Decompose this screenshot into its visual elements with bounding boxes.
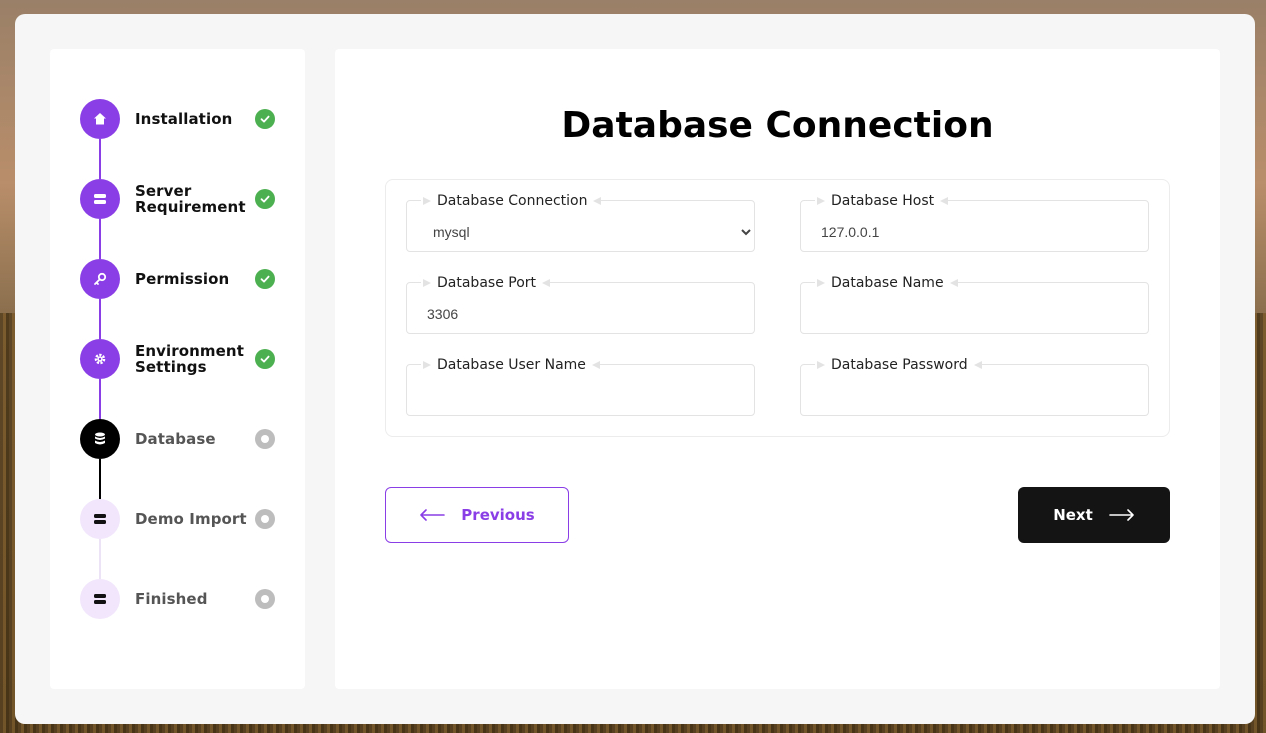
- database-password-field: Database Password: [800, 356, 1149, 416]
- previous-label: Previous: [461, 506, 535, 524]
- server-icon: [80, 579, 120, 619]
- gear-icon: [80, 339, 120, 379]
- database-port-field: Database Port: [406, 274, 755, 334]
- installer-card: Installation Server Requirement Permissi…: [15, 14, 1255, 724]
- field-label: Database Connection: [437, 193, 588, 209]
- step-connector: [99, 459, 101, 499]
- step-connector: [99, 379, 101, 419]
- pending-icon: [255, 589, 275, 609]
- step-demo-import: Demo Import: [80, 499, 280, 579]
- database-host-input[interactable]: [801, 214, 1148, 250]
- field-label: Database Host: [831, 193, 935, 209]
- step-database: Database: [80, 419, 280, 499]
- arrow-left-icon: [419, 509, 446, 521]
- step-label: Environment Settings: [135, 342, 244, 376]
- check-icon: [255, 269, 275, 289]
- field-label: Database Name: [831, 275, 944, 291]
- step-server-requirement: Server Requirement: [80, 179, 280, 259]
- step-label: Demo Import: [135, 510, 247, 528]
- home-icon: [80, 99, 120, 139]
- check-icon: [255, 109, 275, 129]
- server-icon: [80, 499, 120, 539]
- key-icon: [80, 259, 120, 299]
- database-name-input[interactable]: [801, 296, 1148, 332]
- field-label: Database Password: [831, 357, 968, 373]
- database-name-field: Database Name: [800, 274, 1149, 334]
- step-finished: Finished: [80, 579, 280, 659]
- field-label: Database Port: [437, 275, 537, 291]
- pending-icon: [255, 509, 275, 529]
- database-username-input[interactable]: [407, 378, 754, 414]
- database-username-field: Database User Name: [406, 356, 755, 416]
- step-installation: Installation: [80, 99, 280, 179]
- step-permission: Permission: [80, 259, 280, 339]
- database-port-input[interactable]: [407, 296, 754, 332]
- step-environment-settings: Environment Settings: [80, 339, 280, 419]
- step-connector: [99, 299, 101, 339]
- next-button[interactable]: Next: [1018, 487, 1170, 543]
- database-connection-select[interactable]: mysql: [407, 214, 754, 250]
- previous-button[interactable]: Previous: [385, 487, 569, 543]
- step-connector: [99, 539, 101, 579]
- step-connector: [99, 219, 101, 259]
- arrow-right-icon: [1108, 509, 1135, 521]
- field-label: Database User Name: [437, 357, 586, 373]
- main-panel: Database Connection mysql Database Conne…: [335, 49, 1220, 689]
- database-connection-field: mysql Database Connection: [406, 192, 755, 252]
- step-label: Permission: [135, 270, 230, 288]
- steps-list: Installation Server Requirement Permissi…: [80, 99, 280, 659]
- database-password-input[interactable]: [801, 378, 1148, 414]
- database-form: mysql Database Connection Database Host …: [385, 179, 1170, 437]
- database-icon: [80, 419, 120, 459]
- steps-sidebar: Installation Server Requirement Permissi…: [50, 49, 305, 689]
- step-label: Database: [135, 430, 216, 448]
- step-label: Installation: [135, 110, 233, 128]
- server-icon: [80, 179, 120, 219]
- database-host-field: Database Host: [800, 192, 1149, 252]
- step-connector: [99, 139, 101, 179]
- step-label: Server Requirement: [135, 182, 246, 216]
- check-icon: [255, 189, 275, 209]
- page-title: Database Connection: [561, 105, 994, 146]
- step-label: Finished: [135, 590, 208, 608]
- next-label: Next: [1053, 506, 1093, 524]
- check-icon: [255, 349, 275, 369]
- pending-icon: [255, 429, 275, 449]
